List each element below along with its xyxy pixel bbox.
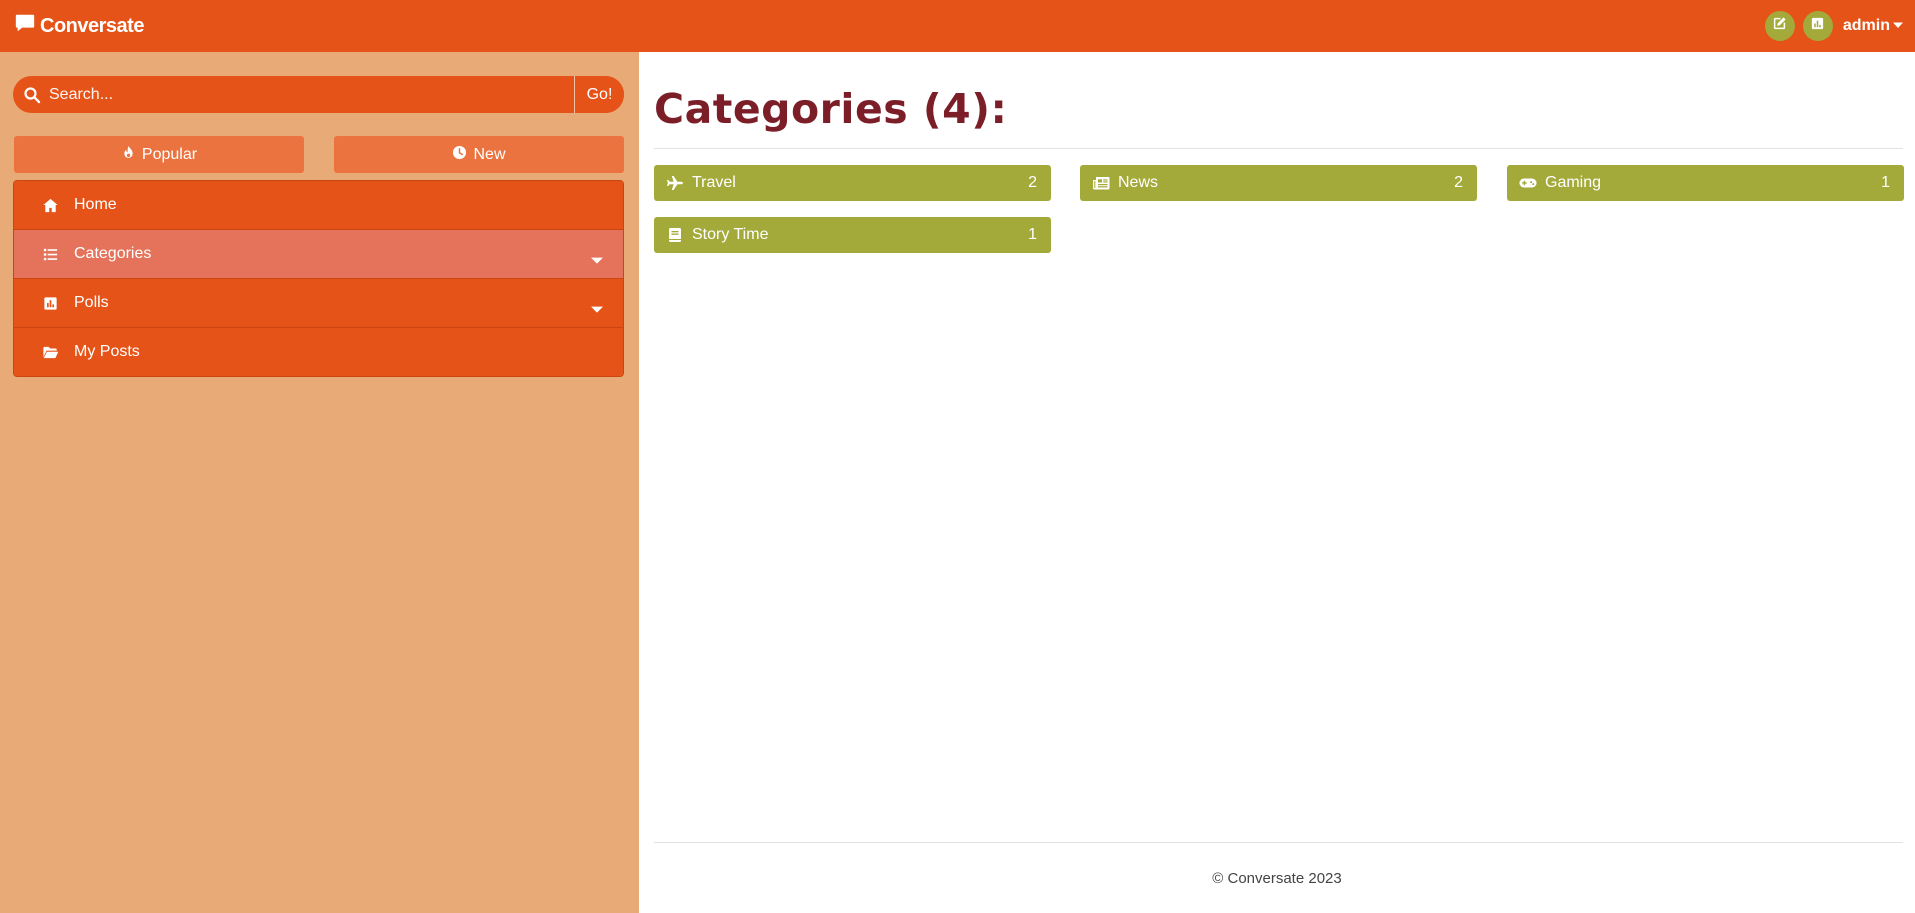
edit-icon	[1772, 16, 1787, 36]
category-gaming[interactable]: Gaming 1	[1507, 165, 1904, 201]
chart-icon	[1810, 16, 1825, 36]
category-count: 2	[1028, 174, 1037, 191]
plane-icon	[665, 174, 685, 192]
sidebar-item-label: Home	[74, 196, 117, 213]
search-bar: Go!	[13, 76, 624, 113]
brand-link[interactable]: Conversate	[14, 12, 144, 40]
sidebar-item-my-posts[interactable]: My Posts	[14, 327, 623, 376]
comment-icon	[14, 12, 36, 40]
sidebar-menu: Home Categories Polls My Posts	[13, 180, 624, 377]
sidebar-item-polls[interactable]: Polls	[14, 278, 623, 327]
footer-divider	[654, 842, 1903, 843]
category-count: 1	[1881, 174, 1890, 191]
caret-down-icon	[591, 301, 603, 313]
category-name: News	[1118, 174, 1159, 191]
sidebar-item-categories[interactable]: Categories	[14, 229, 623, 278]
new-button[interactable]: New	[334, 136, 624, 173]
popular-button[interactable]: Popular	[14, 136, 304, 173]
footer-copyright: © Conversate 2023	[1212, 870, 1342, 887]
caret-down-icon	[1893, 17, 1903, 35]
fire-icon	[121, 145, 136, 165]
gamepad-icon	[1518, 174, 1538, 192]
brand-name: Conversate	[40, 14, 144, 37]
popular-label: Popular	[141, 145, 198, 163]
search-icon	[23, 86, 41, 104]
book-icon	[665, 226, 685, 244]
caret-down-icon	[591, 252, 603, 264]
search-go-button[interactable]: Go!	[574, 76, 624, 113]
sidebar-item-home[interactable]: Home	[14, 181, 623, 229]
user-menu[interactable]: admin	[1843, 17, 1903, 35]
category-name: Gaming	[1545, 174, 1602, 191]
list-icon	[41, 245, 59, 263]
clock-icon	[452, 145, 467, 165]
category-name: Story Time	[692, 226, 769, 243]
username: admin	[1842, 17, 1890, 34]
category-count: 2	[1454, 174, 1463, 191]
sidebar-item-label: My Posts	[74, 343, 140, 360]
new-label: New	[473, 145, 506, 163]
newspaper-icon	[1091, 174, 1111, 192]
folder-open-icon	[41, 343, 59, 361]
category-story-time[interactable]: Story Time 1	[654, 217, 1051, 253]
sidebar-item-label: Categories	[74, 245, 152, 262]
main-content: Categories (4): Travel 2 News 2 Gaming 1…	[639, 52, 1915, 913]
category-count: 1	[1028, 226, 1037, 243]
search-input[interactable]	[41, 76, 574, 113]
new-post-button[interactable]	[1764, 11, 1795, 41]
category-travel[interactable]: Travel 2	[654, 165, 1051, 201]
sidebar: Go! Popular New Home Categories	[0, 52, 639, 913]
sidebar-item-label: Polls	[74, 294, 109, 311]
stats-button[interactable]	[1802, 11, 1833, 41]
home-icon	[41, 196, 59, 214]
poll-icon	[41, 294, 59, 312]
category-name: Travel	[692, 174, 736, 191]
top-navbar: Conversate admin	[0, 0, 1915, 52]
title-divider	[654, 148, 1903, 149]
page-title: Categories (4):	[654, 85, 1008, 133]
category-news[interactable]: News 2	[1080, 165, 1477, 201]
